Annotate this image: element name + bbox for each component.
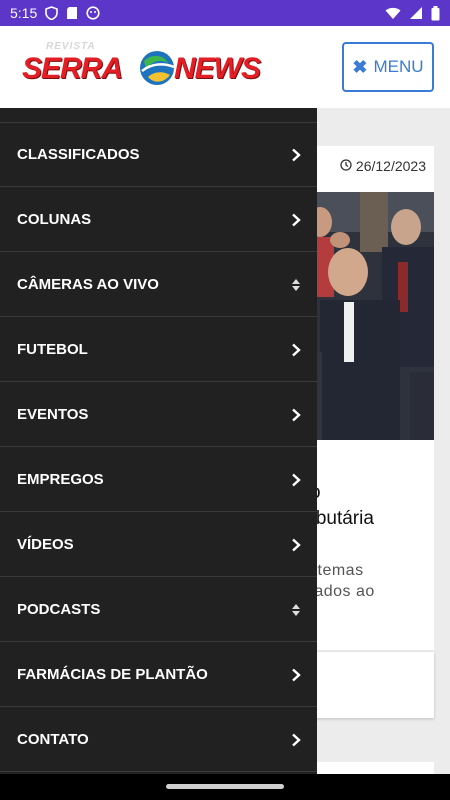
logo-right-text: NEWS <box>174 52 261 85</box>
wifi-icon <box>385 7 401 20</box>
chevron-right-icon <box>289 408 303 422</box>
article-image[interactable] <box>300 192 434 440</box>
shield-icon <box>45 6 59 20</box>
clock-icon <box>340 158 352 174</box>
chevron-right-icon <box>289 473 303 487</box>
chevron-right-icon <box>289 538 303 552</box>
face-icon <box>86 6 100 20</box>
drawer-item-label: CÂMERAS AO VIVO <box>17 276 159 293</box>
article-excerpt: is temas utados ao <box>300 560 434 602</box>
drawer-item-label: CLASSIFICADOS <box>17 146 140 163</box>
drawer-item-videos[interactable]: VÍDEOS <box>0 513 317 577</box>
drawer-item-label: FARMÁCIAS DE PLANTÃO <box>17 666 208 683</box>
article-excerpt-line-2: utados ao <box>300 583 375 600</box>
article-title[interactable]: o tributária <box>300 480 434 532</box>
sort-icon <box>289 603 303 617</box>
article-excerpt-line-1: is temas <box>300 562 364 579</box>
navigation-bar <box>0 774 450 800</box>
drawer-item-label: PODCASTS <box>17 601 101 618</box>
chevron-right-icon <box>289 668 303 682</box>
chevron-right-icon <box>289 148 303 162</box>
status-bar: 5:15 <box>0 0 450 26</box>
article-date: 26/12/2023 <box>340 158 426 174</box>
logo-small-text: REVISTA <box>46 41 96 52</box>
chevron-right-icon <box>289 733 303 747</box>
drawer-item-eventos[interactable]: EVENTOS <box>0 383 317 447</box>
drawer-item-label: EMPREGOS <box>17 471 104 488</box>
drawer-item-futebol[interactable]: FUTEBOL <box>0 318 317 382</box>
drawer-item-colunas[interactable]: COLUNAS <box>0 188 317 252</box>
chevron-right-icon <box>289 343 303 357</box>
article-date-text: 26/12/2023 <box>355 158 426 174</box>
close-menu-button[interactable]: ✖ MENU <box>342 42 434 92</box>
drawer-item-label: FUTEBOL <box>17 341 88 358</box>
drawer-item-empregos[interactable]: EMPREGOS <box>0 448 317 512</box>
menu-button-label: MENU <box>373 57 424 76</box>
battery-icon <box>431 5 440 21</box>
drawer-item-cameras-ao-vivo[interactable]: CÂMERAS AO VIVO <box>0 253 317 317</box>
status-time: 5:15 <box>10 5 38 21</box>
article-card-secondary[interactable] <box>300 652 434 718</box>
drawer-item-contato[interactable]: CONTATO <box>0 708 317 772</box>
navigation-drawer: CLASSIFICADOS COLUNAS CÂMERAS AO VIVO FU… <box>0 108 317 774</box>
sd-card-icon <box>66 6 78 20</box>
site-logo[interactable]: REVISTA SERRA NEWS <box>22 40 282 92</box>
logo-left-text: SERRA <box>22 52 123 85</box>
sort-icon <box>289 278 303 292</box>
logo-globe-icon <box>140 51 175 85</box>
drawer-item-farmacias-de-plantao[interactable]: FARMÁCIAS DE PLANTÃO <box>0 643 317 707</box>
article-title-line-2: tributária <box>300 508 374 529</box>
drawer-item-podcasts[interactable]: PODCASTS <box>0 578 317 642</box>
chevron-right-icon <box>289 213 303 227</box>
home-gesture-handle[interactable] <box>166 784 284 789</box>
close-icon: ✖ <box>352 56 368 77</box>
drawer-item-label: COLUNAS <box>17 211 92 228</box>
signal-icon <box>409 6 423 20</box>
article-card[interactable]: 26/12/2023 o tributária is temas utados … <box>300 146 434 650</box>
article-title-line-1: o <box>300 480 434 506</box>
drawer-item-classificados[interactable]: CLASSIFICADOS <box>0 123 317 187</box>
site-header: REVISTA SERRA NEWS ✖ MENU <box>0 26 450 108</box>
drawer-item-label: EVENTOS <box>17 406 89 423</box>
drawer-item-label: CONTATO <box>17 731 89 748</box>
drawer-item-label: VÍDEOS <box>17 536 74 553</box>
